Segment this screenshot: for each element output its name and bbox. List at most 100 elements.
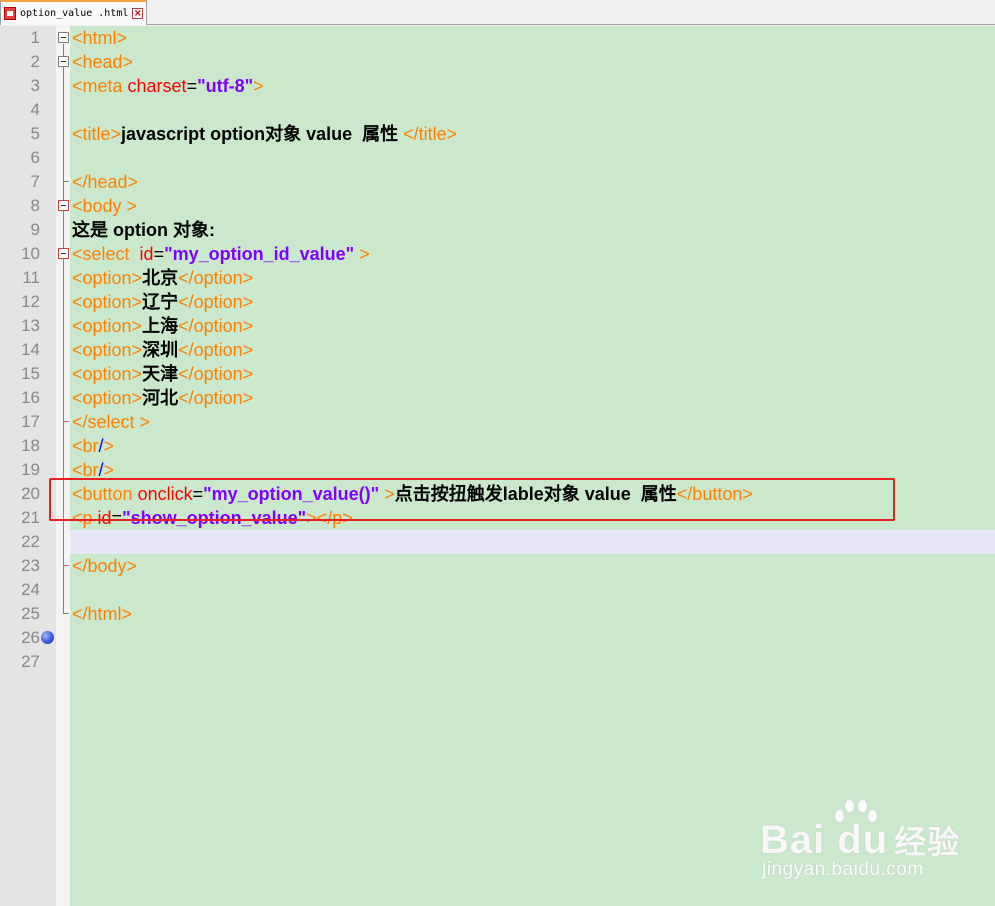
code-line-13: <option>上海</option> — [72, 314, 995, 338]
line-numbers: 1 2 3 4 5 6 7 8 9 10 11 12 13 14 15 16 1… — [0, 26, 40, 674]
line-number: 17 — [21, 412, 40, 431]
line-number: 2 — [30, 52, 40, 71]
tag: </html> — [72, 604, 133, 624]
line-number: 16 — [21, 388, 40, 407]
line-number: 27 — [21, 652, 40, 671]
tag-open: <meta — [72, 76, 128, 96]
code-line-2: <head> — [72, 50, 995, 74]
code-line-12: <option>辽宁</option> — [72, 290, 995, 314]
tag-close: </option> — [178, 364, 254, 384]
tag-open: <br — [72, 460, 99, 480]
line-number: 26 — [21, 628, 40, 647]
code-line-11: <option>北京</option> — [72, 266, 995, 290]
line-number: 18 — [21, 436, 40, 455]
tag-open: <option> — [72, 292, 143, 312]
watermark-brand: Bai du 经验 — [760, 817, 960, 863]
line-number: 13 — [21, 316, 40, 335]
line-number: 25 — [21, 604, 40, 623]
tag-open: <option> — [72, 364, 143, 384]
tag-close: </title> — [403, 124, 458, 144]
code-line-17: </select > — [72, 410, 995, 434]
tag-close: > — [253, 76, 264, 96]
equals: = — [153, 244, 165, 264]
watermark-brand-text: Bai du — [760, 818, 889, 862]
line-number: 11 — [22, 268, 40, 287]
code-line-14: <option>深圳</option> — [72, 338, 995, 362]
line-number: 3 — [30, 76, 40, 95]
file-tab[interactable]: option_value .html × — [0, 0, 147, 25]
tag-open: <option> — [72, 316, 143, 336]
tag-open: <option> — [72, 388, 143, 408]
code-line-1: <html> — [72, 26, 995, 50]
tag-close: </option> — [178, 340, 254, 360]
attribute: charset — [127, 76, 187, 96]
code-line-23: </body> — [72, 554, 995, 578]
line-number: 24 — [21, 580, 40, 599]
line-number: 21 — [21, 508, 40, 527]
tag-close: </option> — [178, 268, 254, 288]
text-content: javascript option对象 value 属性 — [121, 124, 404, 144]
line-number: 12 — [21, 292, 40, 311]
watermark-url: jingyan.baidu.com — [762, 859, 924, 880]
fold-toggle-icon[interactable] — [58, 56, 69, 67]
tag: </body> — [72, 556, 138, 576]
line-number: 14 — [21, 340, 40, 359]
tag-close: > — [103, 460, 115, 480]
fold-end — [63, 613, 69, 614]
attribute: id — [139, 244, 154, 264]
line-number: 1 — [30, 28, 40, 47]
file-icon — [4, 7, 16, 20]
attribute-value: "utf-8" — [197, 76, 254, 96]
tag-close: > — [103, 436, 115, 456]
code-line-25: </html> — [72, 602, 995, 626]
annotation-highlight-box — [49, 478, 895, 521]
watermark-cn: 经验 — [894, 824, 961, 860]
tab-bar: option_value .html × — [0, 0, 995, 25]
line-number: 19 — [21, 460, 40, 479]
line-number: 6 — [30, 148, 40, 167]
tag: <html> — [72, 28, 128, 48]
code-line-16: <option>河北</option> — [72, 386, 995, 410]
line-number: 23 — [21, 556, 40, 575]
line-number: 22 — [21, 532, 40, 551]
code-line-3: <meta charset="utf-8"> — [72, 74, 995, 98]
bookmark-icon[interactable] — [41, 631, 54, 644]
text-content: 上海 — [142, 316, 179, 336]
code-line-10: <select id="my_option_id_value" > — [72, 242, 995, 266]
line-number: 10 — [21, 244, 40, 263]
tag: </head> — [72, 172, 139, 192]
line-number: 7 — [30, 172, 40, 191]
tag-open: <br — [72, 436, 99, 456]
line-number: 20 — [21, 484, 40, 503]
line-number: 5 — [30, 124, 40, 143]
tag-close: </option> — [178, 316, 254, 336]
text-content: 辽宁 — [142, 292, 179, 312]
fold-toggle-icon[interactable] — [58, 248, 69, 259]
tag: <body > — [72, 196, 138, 216]
code-editor[interactable]: 1 2 3 4 5 6 7 8 9 10 11 12 13 14 15 16 1… — [0, 26, 995, 906]
close-icon[interactable]: × — [132, 8, 144, 19]
baidu-watermark: Bai du 经验 jingyan.baidu.com — [760, 797, 980, 887]
line-number: 8 — [30, 196, 40, 215]
equals: = — [186, 76, 198, 96]
tag: <head> — [72, 52, 134, 72]
text-content: 这是 option 对象: — [72, 220, 215, 240]
fold-toggle-icon[interactable] — [58, 200, 69, 211]
line-number: 15 — [21, 364, 40, 383]
code-line-7: </head> — [72, 170, 995, 194]
code-line-8: <body > — [72, 194, 995, 218]
code-line-5: <title>javascript option对象 value 属性 </ti… — [72, 122, 995, 146]
tag-open: <select — [72, 244, 140, 264]
text-content: 北京 — [142, 268, 179, 288]
tag: </select > — [72, 412, 151, 432]
code-lines[interactable]: <html> <head> <meta charset="utf-8"> <ti… — [72, 26, 995, 674]
text-content: 深圳 — [142, 340, 179, 360]
code-line-9: 这是 option 对象: — [72, 218, 995, 242]
line-number: 9 — [30, 220, 40, 239]
fold-toggle-icon[interactable] — [58, 32, 69, 43]
